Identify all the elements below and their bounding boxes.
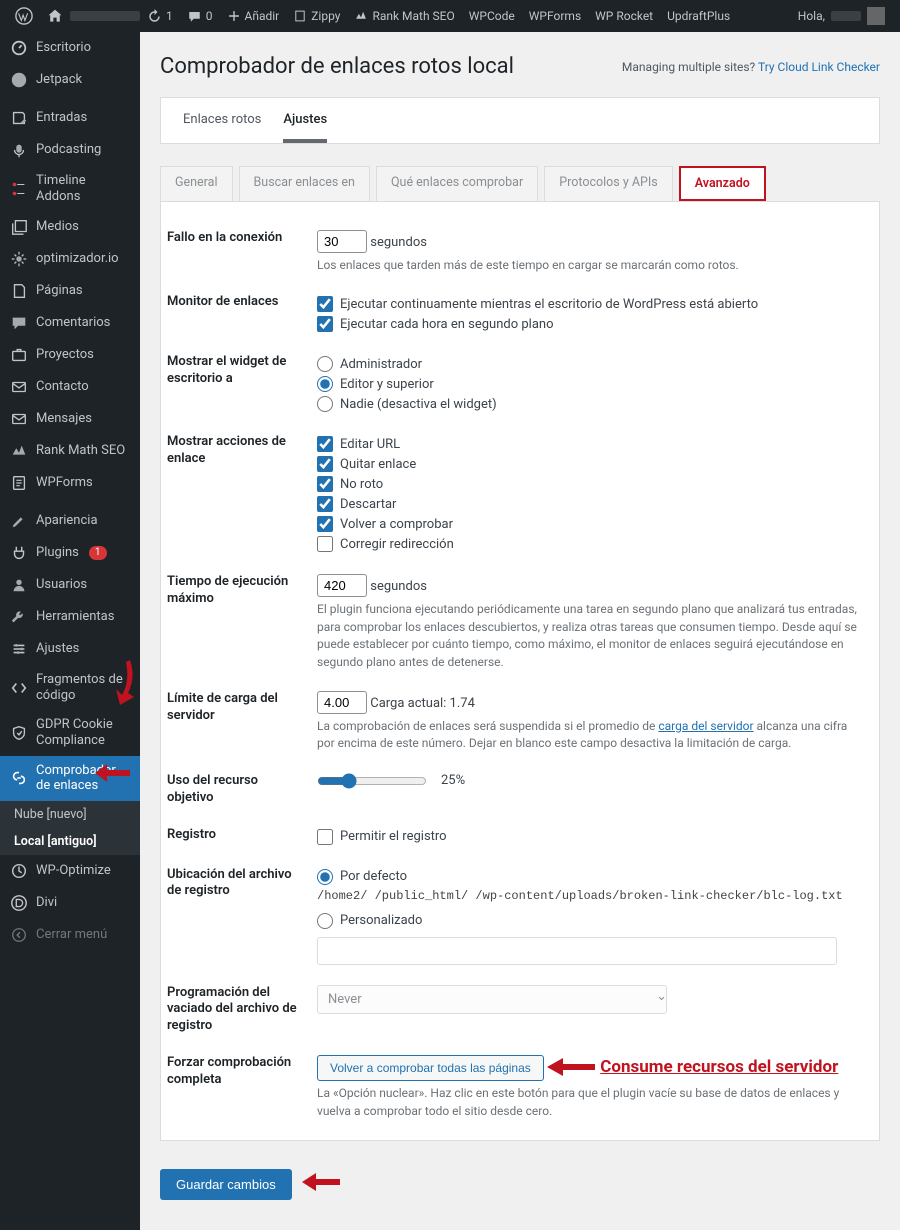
home-icon[interactable] bbox=[40, 0, 70, 32]
save-button[interactable]: Guardar cambios bbox=[160, 1169, 292, 1200]
row-load: Límite de carga del servidor Carga actua… bbox=[161, 681, 861, 763]
page-title: Comprobador de enlaces rotos local bbox=[160, 54, 514, 79]
sub-item-nube[interactable]: Nube [nuevo] bbox=[0, 801, 140, 828]
subtab-protocolos[interactable]: Protocolos y APIs bbox=[544, 166, 673, 201]
sidebar-item-timeline[interactable]: Timeline Addons bbox=[0, 166, 140, 211]
tb-zippy[interactable]: Zippy bbox=[286, 0, 347, 32]
comments-count[interactable]: 0 bbox=[180, 0, 220, 32]
sidebar-item-comprobador[interactable]: Comprobador de enlaces bbox=[0, 756, 140, 801]
sidebar-item-medios[interactable]: Medios bbox=[0, 211, 140, 243]
logfile-custom[interactable]: Personalizado bbox=[317, 911, 861, 931]
timeout-input[interactable] bbox=[317, 230, 367, 253]
tb-wpforms[interactable]: WPForms bbox=[522, 0, 588, 32]
sidebar-item-comentarios[interactable]: Comentarios bbox=[0, 307, 140, 339]
recheck-all-button[interactable]: Volver a comprobar todas las páginas bbox=[317, 1055, 544, 1081]
avatar bbox=[867, 7, 885, 25]
add-new[interactable]: Añadir bbox=[220, 0, 287, 32]
annotation-arrow-icon bbox=[547, 1058, 597, 1080]
sidebar-item-apariencia[interactable]: Apariencia bbox=[0, 505, 140, 537]
row-force: Forzar comprobación completa Volver a co… bbox=[161, 1045, 861, 1130]
sidebar-item-proyectos[interactable]: Proyectos bbox=[0, 339, 140, 371]
user-name-redacted bbox=[831, 11, 861, 21]
action-descartar[interactable]: Descartar bbox=[317, 494, 861, 514]
action-corregir[interactable]: Corregir redirección bbox=[317, 534, 861, 554]
sidebar-item-mensajes[interactable]: Mensajes bbox=[0, 403, 140, 435]
sidebar-item-fragmentos[interactable]: Fragmentos de código bbox=[0, 665, 140, 710]
cloud-link[interactable]: Try Cloud Link Checker bbox=[758, 60, 880, 74]
subtab-que-enlaces[interactable]: Qué enlaces comprobar bbox=[376, 166, 538, 201]
widget-editor[interactable]: Editor y superior bbox=[317, 374, 861, 394]
monitor-opt-2[interactable]: Ejecutar cada hora en segundo plano bbox=[317, 314, 861, 334]
resource-slider[interactable] bbox=[317, 773, 427, 789]
sidebar-item-optimizador[interactable]: optimizador.io bbox=[0, 243, 140, 275]
sidebar-item-plugins[interactable]: Plugins1 bbox=[0, 537, 140, 569]
plugins-badge: 1 bbox=[89, 546, 107, 560]
widget-admin[interactable]: Administrador bbox=[317, 354, 861, 374]
action-quitar[interactable]: Quitar enlace bbox=[317, 454, 861, 474]
sidebar-item-jetpack[interactable]: Jetpack bbox=[0, 64, 140, 96]
sidebar-item-gdpr[interactable]: GDPR Cookie Compliance bbox=[0, 710, 140, 755]
sidebar-item-podcasting[interactable]: Podcasting bbox=[0, 134, 140, 166]
subtab-general[interactable]: General bbox=[160, 166, 233, 201]
sidebar-item-entradas[interactable]: Entradas bbox=[0, 102, 140, 134]
row-maxtime: Tiempo de ejecución máximo segundos El p… bbox=[161, 564, 861, 681]
row-log: Registro Permitir el registro bbox=[161, 817, 861, 857]
sidebar-item-wpforms[interactable]: WPForms bbox=[0, 467, 140, 499]
sidebar-collapse[interactable]: Cerrar menú bbox=[0, 919, 140, 951]
logfile-path: /home2/ /public_html/ /wp-content/upload… bbox=[317, 887, 861, 905]
tb-wprocket[interactable]: WP Rocket bbox=[588, 0, 660, 32]
annotation-text: Consume recursos del servidor bbox=[600, 1057, 838, 1077]
sidebar-item-usuarios[interactable]: Usuarios bbox=[0, 569, 140, 601]
log-enable[interactable]: Permitir el registro bbox=[317, 827, 861, 847]
updates-count[interactable]: 1 bbox=[140, 0, 180, 32]
main-content: Comprobador de enlaces rotos local Manag… bbox=[140, 32, 900, 1230]
logfile-custom-input[interactable] bbox=[317, 937, 837, 965]
row-actions: Mostrar acciones de enlace Editar URL Qu… bbox=[161, 424, 861, 564]
maxtime-input[interactable] bbox=[317, 574, 367, 597]
sidebar-item-contacto[interactable]: Contacto bbox=[0, 371, 140, 403]
server-load-link[interactable]: carga del servidor bbox=[658, 719, 753, 733]
managing-sites: Managing multiple sites? Try Cloud Link … bbox=[622, 60, 880, 74]
row-widget: Mostrar el widget de escritorio a Admini… bbox=[161, 344, 861, 424]
schedule-select[interactable]: Never bbox=[317, 985, 667, 1014]
tab-enlaces-rotos[interactable]: Enlaces rotos bbox=[183, 98, 261, 143]
widget-nadie[interactable]: Nadie (desactiva el widget) bbox=[317, 394, 861, 414]
sidebar-item-herramientas[interactable]: Herramientas bbox=[0, 601, 140, 633]
sidebar-submenu: Nube [nuevo] Local [antiguo] bbox=[0, 801, 140, 855]
tb-updraft[interactable]: UpdraftPlus bbox=[660, 0, 737, 32]
greeting[interactable]: Hola, bbox=[791, 0, 892, 32]
action-edit-url[interactable]: Editar URL bbox=[317, 434, 861, 454]
admin-toolbar: 1 0 Añadir Zippy Rank Math SEO WPCode WP… bbox=[0, 0, 900, 32]
settings-panel: Fallo en la conexión segundos Los enlace… bbox=[160, 201, 880, 1141]
action-volver[interactable]: Volver a comprobar bbox=[317, 514, 861, 534]
row-monitor: Monitor de enlaces Ejecutar continuament… bbox=[161, 284, 861, 344]
tab-ajustes[interactable]: Ajustes bbox=[283, 98, 327, 143]
subtab-buscar[interactable]: Buscar enlaces en bbox=[239, 166, 370, 201]
sidebar-item-escritorio[interactable]: Escritorio bbox=[0, 32, 140, 64]
row-timeout: Fallo en la conexión segundos Los enlace… bbox=[161, 220, 861, 284]
sidebar-item-rankmath[interactable]: Rank Math SEO bbox=[0, 435, 140, 467]
logfile-default[interactable]: Por defecto bbox=[317, 867, 861, 887]
settings-subtabs: General Buscar enlaces en Qué enlaces co… bbox=[160, 166, 880, 201]
sidebar-item-ajustes[interactable]: Ajustes bbox=[0, 633, 140, 665]
tb-rankmath[interactable]: Rank Math SEO bbox=[347, 0, 461, 32]
tb-wpcode[interactable]: WPCode bbox=[462, 0, 522, 32]
subtab-avanzado[interactable]: Avanzado bbox=[679, 166, 766, 201]
row-resource: Uso del recurso objetivo 25% bbox=[161, 763, 861, 817]
sidebar-item-paginas[interactable]: Páginas bbox=[0, 275, 140, 307]
action-no-roto[interactable]: No roto bbox=[317, 474, 861, 494]
top-tabs: Enlaces rotos Ajustes bbox=[160, 97, 880, 144]
wp-logo[interactable] bbox=[8, 0, 40, 32]
monitor-opt-1[interactable]: Ejecutar continuamente mientras el escri… bbox=[317, 294, 861, 314]
sidebar-item-divi[interactable]: Divi bbox=[0, 887, 140, 919]
row-schedule: Programación del vaciado del archivo de … bbox=[161, 975, 861, 1046]
row-logfile: Ubicación del archivo de registro Por de… bbox=[161, 857, 861, 975]
load-input[interactable] bbox=[317, 691, 367, 714]
admin-sidebar: Escritorio Jetpack Entradas Podcasting T… bbox=[0, 32, 140, 1230]
sidebar-item-wpoptimize[interactable]: WP-Optimize bbox=[0, 855, 140, 887]
site-name-redacted[interactable] bbox=[70, 11, 140, 21]
annotation-arrow-icon bbox=[302, 1173, 342, 1195]
sub-item-local[interactable]: Local [antiguo] bbox=[0, 828, 140, 855]
